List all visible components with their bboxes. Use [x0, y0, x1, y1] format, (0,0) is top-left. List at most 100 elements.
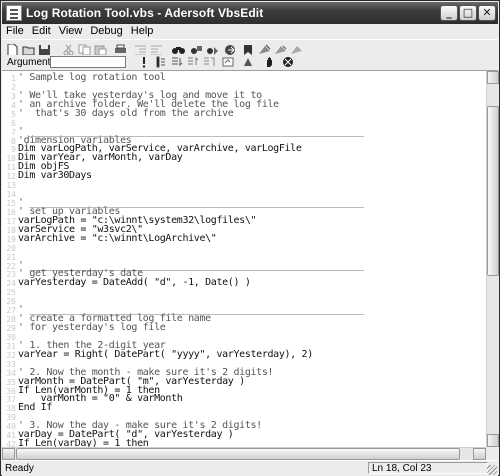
step-out-icon[interactable]: [186, 56, 199, 68]
line-number: 31: [6, 341, 16, 351]
line-number: 24: [6, 279, 16, 289]
minimize-button[interactable]: _: [440, 5, 458, 21]
run-to-cursor-icon[interactable]: [202, 56, 215, 68]
line-number: 40: [6, 422, 16, 432]
code-line[interactable]: Dim var30Days: [18, 170, 92, 181]
code-line[interactable]: varYear = Right( DatePart( "yyyy", varYe…: [18, 349, 313, 360]
next-bookmark-icon[interactable]: [274, 41, 287, 54]
line-number: 22: [6, 261, 16, 271]
menu-edit[interactable]: Edit: [28, 24, 55, 37]
line-number: 9: [11, 145, 16, 155]
app-icon[interactable]: [6, 5, 22, 21]
line-number: 6: [11, 118, 16, 128]
scroll-right-button[interactable]: [473, 448, 486, 460]
print-icon[interactable]: [114, 41, 127, 53]
scroll-up-button[interactable]: [487, 71, 499, 84]
clear-bookmarks-icon[interactable]: [258, 41, 271, 54]
new-icon[interactable]: [6, 41, 19, 57]
find-icon[interactable]: [172, 41, 185, 54]
step-into-icon[interactable]: [154, 56, 167, 68]
line-number: 8: [11, 136, 16, 146]
horizontal-scroll-thumb[interactable]: [16, 448, 460, 460]
menu-file[interactable]: File: [2, 24, 28, 37]
line-number: 12: [6, 172, 16, 182]
line-number: 28: [6, 315, 16, 325]
line-number: 33: [6, 359, 16, 369]
line-number: 16: [6, 207, 16, 217]
paste-icon[interactable]: [94, 41, 107, 56]
cursor-position: Ln 18, Col 23: [368, 462, 488, 474]
menu-bar: File Edit View Debug Help: [2, 24, 498, 39]
scroll-down-button[interactable]: [487, 434, 499, 447]
code-line[interactable]: End If: [18, 402, 52, 413]
title-bar[interactable]: Log Rotation Tool.vbs - Adersoft VbsEdit…: [2, 2, 498, 24]
step-over-icon[interactable]: [170, 56, 183, 68]
breakpoint-icon[interactable]: [222, 56, 235, 68]
line-number: 14: [6, 190, 16, 200]
outdent-icon[interactable]: [150, 41, 163, 56]
line-number: 1: [11, 74, 16, 83]
menu-view[interactable]: View: [55, 24, 87, 37]
line-number: 27: [6, 306, 16, 316]
indent-icon[interactable]: [134, 41, 147, 56]
code-line[interactable]: varArchive = "c:\winnt\LogArchive\": [18, 233, 217, 244]
prev-bookmark-icon[interactable]: [290, 41, 303, 54]
line-number: 25: [6, 288, 16, 298]
code-line[interactable]: ' that's 30 days old from the archive: [18, 108, 234, 119]
code-line[interactable]: ' for yesterday's log file: [18, 322, 166, 333]
app-window: Log Rotation Tool.vbs - Adersoft VbsEdit…: [0, 0, 500, 476]
bookmark-icon[interactable]: [242, 41, 255, 55]
line-number: 35: [6, 377, 16, 387]
find-next-icon[interactable]: [190, 41, 203, 54]
replace-icon[interactable]: [206, 41, 219, 55]
main-toolbar: [2, 39, 498, 57]
status-text: Ready: [5, 463, 34, 474]
open-icon[interactable]: [22, 41, 35, 56]
run-icon[interactable]: [138, 56, 151, 68]
vertical-scrollbar[interactable]: [486, 71, 499, 447]
menu-help[interactable]: Help: [127, 24, 158, 37]
save-icon[interactable]: [38, 41, 51, 55]
line-number: 21: [6, 252, 16, 262]
line-number: 15: [6, 199, 16, 209]
arguments-bar: Arguments:: [2, 55, 498, 71]
line-number: 38: [6, 404, 16, 414]
watch-icon[interactable]: [242, 56, 255, 68]
line-number: 17: [6, 216, 16, 226]
line-number: 2: [11, 82, 16, 92]
line-number: 34: [6, 368, 16, 378]
scroll-left-button[interactable]: [2, 448, 15, 460]
maximize-button[interactable]: □: [459, 5, 477, 21]
code-line[interactable]: varYesterday = DateAdd( "d", -1, Date() …: [18, 277, 251, 288]
code-line[interactable]: ' Sample log rotation tool: [18, 72, 166, 83]
line-number: 26: [6, 297, 16, 307]
code-editor[interactable]: 1 2 3 4 5 6 7 8 9 10 11 12 13 14 15 16 17 18 19 20 21 22 23 24 2…: [2, 71, 487, 447]
window-title: Log Rotation Tool.vbs - Adersoft VbsEdit: [26, 6, 264, 20]
stop-icon[interactable]: [282, 56, 295, 68]
line-number: 7: [11, 127, 16, 137]
line-number-gutter: 1 2 3 4 5 6 7 8 9 10 11 12 13 14 15 16 17 18 19 20 21 22 23 24 2…: [2, 71, 17, 447]
menu-debug[interactable]: Debug: [86, 24, 126, 37]
copy-icon[interactable]: [78, 41, 91, 56]
resize-grip-icon[interactable]: [487, 465, 497, 475]
line-number: 13: [6, 181, 16, 191]
line-number: 41: [6, 431, 16, 441]
hand-icon[interactable]: [264, 56, 277, 68]
code-line[interactable]: If Len(varDay) = 1 then: [18, 438, 149, 447]
line-number: 18: [6, 225, 16, 235]
status-bar: Ready Ln 18, Col 23: [2, 460, 498, 476]
line-number: 39: [6, 413, 16, 423]
horizontal-scrollbar[interactable]: [2, 447, 486, 460]
line-number: 42: [6, 440, 16, 447]
cut-icon[interactable]: [62, 41, 75, 56]
vertical-scroll-thumb[interactable]: [487, 106, 499, 277]
line-number: 36: [6, 386, 16, 396]
arguments-input[interactable]: [50, 56, 126, 68]
line-number: 5: [11, 109, 16, 119]
line-number: 4: [11, 100, 16, 110]
close-button[interactable]: ✕: [478, 5, 496, 21]
line-number: 20: [6, 243, 16, 253]
line-number: 19: [6, 234, 16, 244]
line-number: 30: [6, 332, 16, 342]
goto-icon[interactable]: [224, 41, 237, 55]
